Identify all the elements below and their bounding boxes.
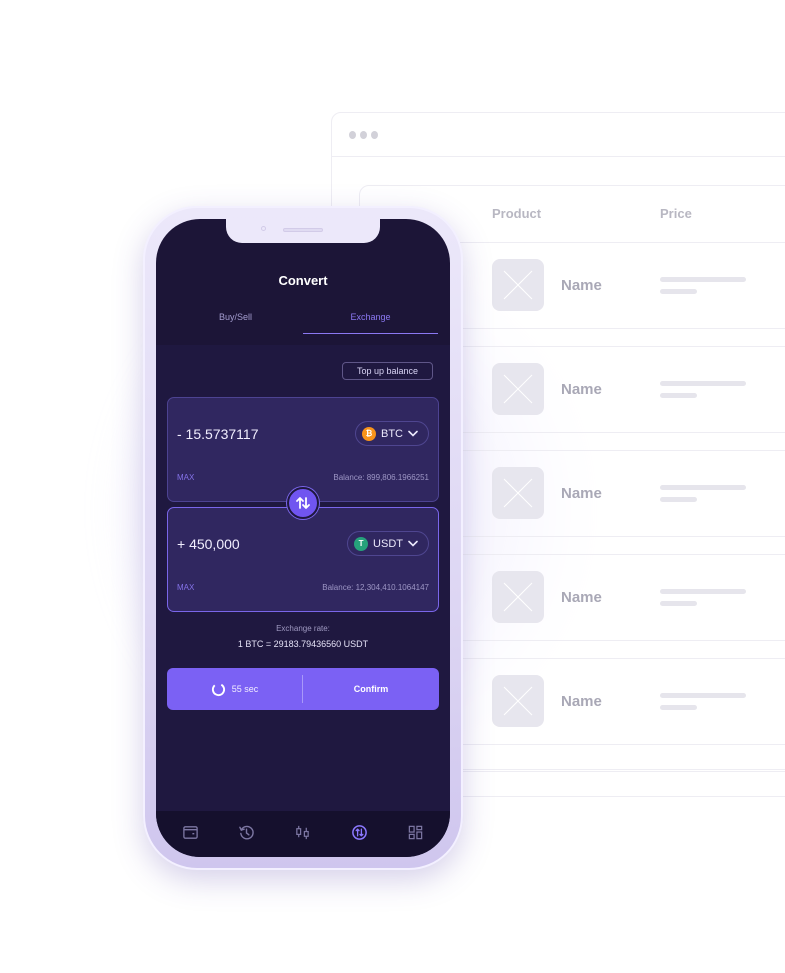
page-title: Convert [278,273,328,288]
product-name: Name [561,277,602,294]
to-max-button[interactable]: MAX [177,583,194,592]
image-placeholder-icon [492,675,544,727]
price-placeholder-line [660,485,746,490]
confirm-action-bar: 55 sec Confirm [167,668,439,710]
nav-history[interactable] [232,817,262,847]
image-placeholder-icon [492,571,544,623]
swap-arrows-icon [296,497,310,509]
loading-spinner-icon [211,682,225,696]
nav-wallet[interactable] [175,817,205,847]
phone-mockup: Convert Buy/Sell Exchange Top up balance… [143,206,463,870]
window-dot [360,131,367,139]
nav-exchange[interactable] [344,817,374,847]
tab-bar: Buy/Sell Exchange [168,312,438,334]
price-placeholder-line [660,277,746,282]
chevron-down-icon [408,430,418,437]
bitcoin-icon: ₿ [362,426,376,441]
history-icon [239,825,254,839]
wallet-icon [182,825,198,839]
window-dot [371,131,378,139]
to-balance: Balance: 12,304,410.1064147 [322,583,429,592]
phone-screen: Convert Buy/Sell Exchange Top up balance… [156,219,450,857]
nav-markets[interactable] [288,817,318,847]
image-placeholder-icon [492,363,544,415]
price-placeholder-line [660,693,746,698]
from-balance: Balance: 899,806.1966251 [333,473,429,482]
candlestick-icon [296,825,310,839]
from-currency-select[interactable]: ₿ BTC [355,421,429,446]
product-name: Name [561,485,602,502]
camera-icon [261,226,266,231]
price-placeholder-line [660,497,697,502]
to-amount-input[interactable]: + 450,000 [177,536,240,552]
from-max-button[interactable]: MAX [177,473,194,482]
image-placeholder-icon [492,259,544,311]
speaker-grille [283,228,323,232]
product-name: Name [561,589,602,606]
product-name: Name [561,381,602,398]
column-header-product: Product [492,206,542,221]
window-dots [349,131,378,139]
to-currency-label: USDT [373,537,403,550]
top-up-balance-button[interactable]: Top up balance [341,362,433,380]
to-currency-card: + 450,000 T USDT MAX Balance: 12,304,410… [167,507,439,612]
price-placeholder-line [660,289,697,294]
bottom-navigation [156,811,450,857]
nav-dashboard[interactable] [401,817,431,847]
tether-icon: T [354,536,369,551]
price-placeholder-line [660,601,697,606]
image-placeholder-icon [492,467,544,519]
confirm-button[interactable]: Confirm [303,668,439,710]
exchange-rate-value: 1 BTC = 29183.79436560 USDT [237,639,369,649]
chevron-down-icon [408,540,418,547]
browser-titlebar [332,113,785,157]
price-placeholder-line [660,393,697,398]
phone-notch [226,219,380,243]
exchange-icon [351,824,367,840]
column-header-price: Price [660,206,692,221]
from-amount-input[interactable]: - 15.5737117 [177,426,258,442]
price-placeholder-line [660,589,746,594]
tab-exchange[interactable]: Exchange [303,312,438,334]
price-placeholder-line [660,705,697,710]
swap-currencies-button[interactable] [287,487,319,519]
dashboard-icon [408,825,423,839]
window-dot [349,131,356,139]
product-name: Name [561,693,602,710]
tab-buy-sell[interactable]: Buy/Sell [168,312,303,322]
exchange-rate-label: Exchange rate: [276,624,330,633]
quote-timer: 55 sec [167,675,303,703]
from-currency-label: BTC [381,427,403,440]
price-placeholder-line [660,381,746,386]
timer-label: 55 sec [231,684,259,694]
to-currency-select[interactable]: T USDT [347,531,429,556]
